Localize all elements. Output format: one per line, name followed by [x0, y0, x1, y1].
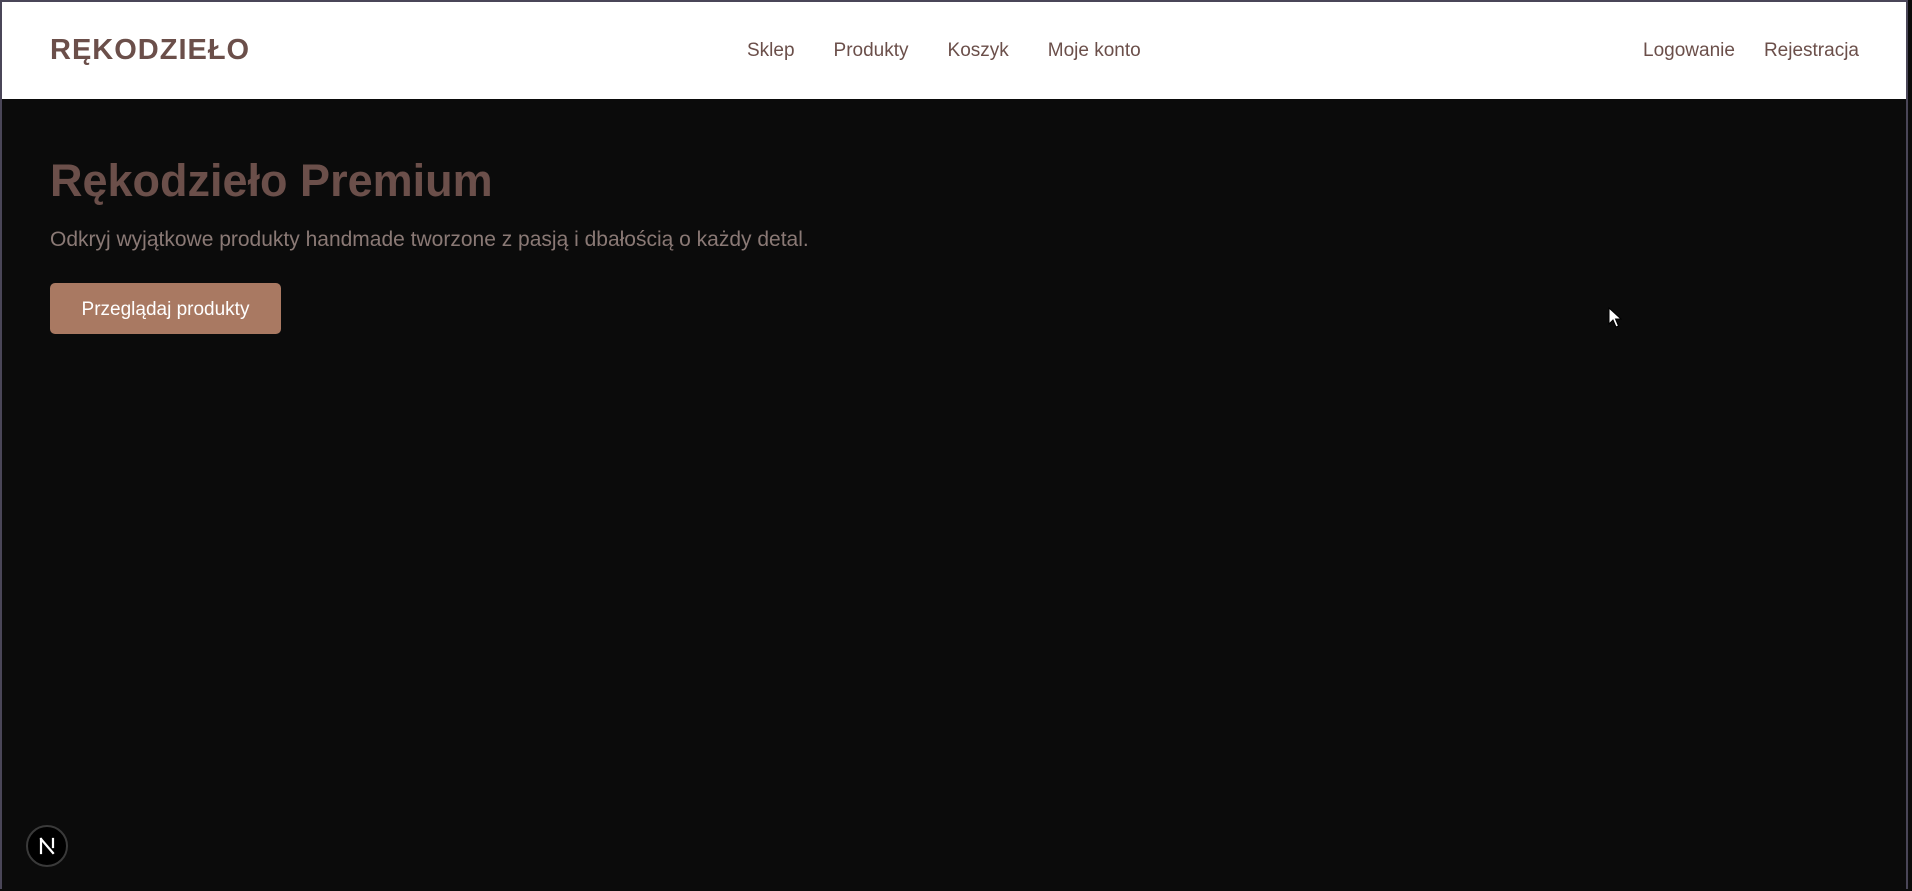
brand-logo[interactable]: RĘKODZIEŁO: [50, 34, 250, 67]
nav-link-moje-konto[interactable]: Moje konto: [1048, 40, 1141, 62]
hero-title: Rękodzieło Premium: [50, 155, 493, 206]
nav-link-produkty[interactable]: Produkty: [834, 40, 909, 62]
register-link[interactable]: Rejestracja: [1764, 40, 1859, 62]
hero-subtitle: Odkryj wyjątkowe produkty handmade tworz…: [50, 228, 809, 251]
browse-products-button[interactable]: Przeglądaj produkty: [50, 283, 281, 334]
nav-link-koszyk[interactable]: Koszyk: [948, 40, 1009, 62]
browser-viewport: RĘKODZIEŁO Sklep Produkty Koszyk Moje ko…: [0, 0, 1908, 889]
site-header: RĘKODZIEŁO Sklep Produkty Koszyk Moje ko…: [2, 2, 1906, 99]
mouse-cursor-icon: [1608, 307, 1622, 328]
login-link[interactable]: Logowanie: [1643, 40, 1735, 62]
next-dev-indicator[interactable]: [26, 825, 68, 867]
hero-section: Rękodzieło Premium Odkryj wyjątkowe prod…: [50, 154, 809, 334]
next-logo-icon: [39, 837, 55, 855]
auth-navigation: Logowanie Rejestracja: [1643, 2, 1859, 99]
main-navigation: Sklep Produkty Koszyk Moje konto: [747, 2, 1141, 99]
nav-link-sklep[interactable]: Sklep: [747, 40, 795, 62]
